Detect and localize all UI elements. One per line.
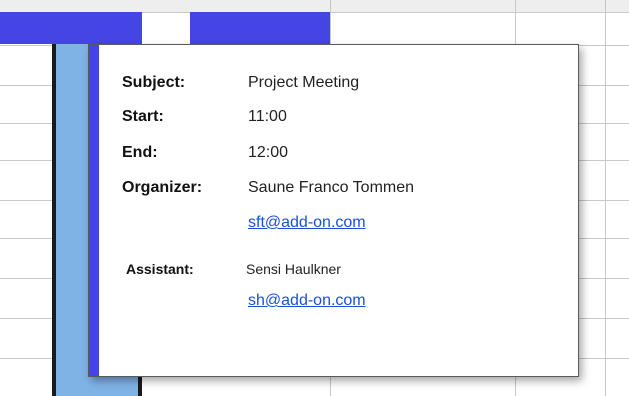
tooltip-accent-bar <box>89 45 99 376</box>
assistant-label: Assistant: <box>126 261 194 277</box>
organizer-email-link[interactable]: sft@add-on.com <box>248 214 366 232</box>
appointment-tooltip: Subject: Project Meeting Start: 11:00 En… <box>88 44 579 377</box>
organizer-label: Organizer: <box>122 179 203 196</box>
assistant-email-link[interactable]: sh@add-on.com <box>248 292 366 310</box>
start-label: Start: <box>122 108 164 125</box>
grid-column-divider <box>605 0 606 396</box>
organizer-name: Saune Franco Tommen <box>248 179 415 196</box>
appointment-block[interactable] <box>0 12 142 44</box>
start-value: 11:00 <box>248 108 287 125</box>
calendar-view: Subject: Project Meeting Start: 11:00 En… <box>0 0 629 396</box>
end-value: 12:00 <box>248 144 289 161</box>
subject-value: Project Meeting <box>248 74 360 91</box>
subject-label: Subject: <box>122 74 186 91</box>
appointment-block[interactable] <box>190 12 330 44</box>
end-label: End: <box>122 144 158 161</box>
assistant-name: Sensi Haulkner <box>246 261 341 277</box>
